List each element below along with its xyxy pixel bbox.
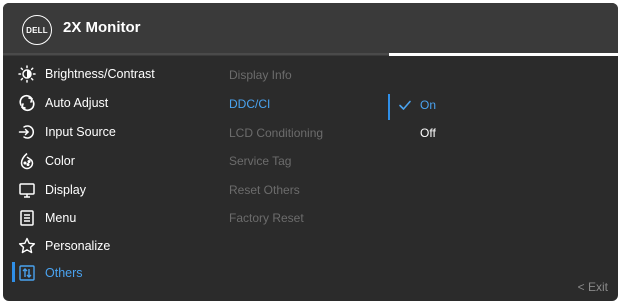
- brightness-icon: [17, 64, 37, 84]
- option-on-label: On: [420, 98, 437, 112]
- sidebar-item-menu[interactable]: Menu: [17, 207, 217, 229]
- sidebar-item-label: Personalize: [45, 239, 111, 253]
- option-on[interactable]: On: [398, 98, 436, 112]
- header-divider: [3, 53, 389, 55]
- submenu-item-factory-reset[interactable]: Factory Reset: [229, 208, 304, 228]
- option-off-label: Off: [420, 126, 436, 140]
- monitor-osd-menu: DELL 2X Monitor Brightness/Contrast Auto…: [3, 3, 618, 301]
- osd-header: DELL 2X Monitor: [3, 3, 618, 56]
- submenu-item-lcd-conditioning[interactable]: LCD Conditioning: [229, 123, 323, 143]
- display-icon: [17, 180, 37, 200]
- sidebar-item-personalize[interactable]: Personalize: [17, 235, 217, 257]
- sidebar-item-label: Input Source: [45, 125, 116, 139]
- others-icon: [17, 263, 37, 283]
- sidebar-item-label: Brightness/Contrast: [45, 67, 155, 81]
- checkmark-icon: [399, 100, 411, 110]
- option-off[interactable]: Off: [420, 126, 436, 140]
- page-title: 2X Monitor: [63, 19, 141, 36]
- selection-indicator: [12, 262, 15, 282]
- sidebar-item-input-source[interactable]: Input Source: [17, 121, 217, 143]
- star-icon: [17, 236, 37, 256]
- sidebar-item-label: Display: [45, 183, 86, 197]
- submenu-item-display-info[interactable]: Display Info: [229, 65, 292, 85]
- exit-button[interactable]: < Exit: [578, 280, 608, 294]
- auto-adjust-icon: [17, 93, 37, 113]
- menu-icon: [17, 208, 37, 228]
- input-source-icon: [17, 122, 37, 142]
- sidebar-item-label: Auto Adjust: [45, 96, 109, 110]
- submenu-item-reset-others[interactable]: Reset Others: [229, 180, 300, 200]
- submenu-item-service-tag[interactable]: Service Tag: [229, 151, 291, 171]
- sidebar-item-label: Color: [45, 154, 75, 168]
- header-divider-highlight: [389, 53, 618, 56]
- sidebar-item-brightness-contrast[interactable]: Brightness/Contrast: [17, 63, 217, 85]
- sidebar-item-others[interactable]: Others: [17, 262, 217, 284]
- dell-logo: DELL: [22, 15, 52, 45]
- sidebar-item-display[interactable]: Display: [17, 179, 217, 201]
- sidebar-item-auto-adjust[interactable]: Auto Adjust: [17, 92, 217, 114]
- color-palette-icon: [17, 151, 37, 171]
- sidebar-item-color[interactable]: Color: [17, 150, 217, 172]
- submenu-item-ddc-ci[interactable]: DDC/CI: [229, 94, 270, 114]
- option-selection-indicator: [388, 94, 390, 120]
- sidebar-item-label: Others: [45, 266, 83, 280]
- sidebar-item-label: Menu: [45, 211, 77, 225]
